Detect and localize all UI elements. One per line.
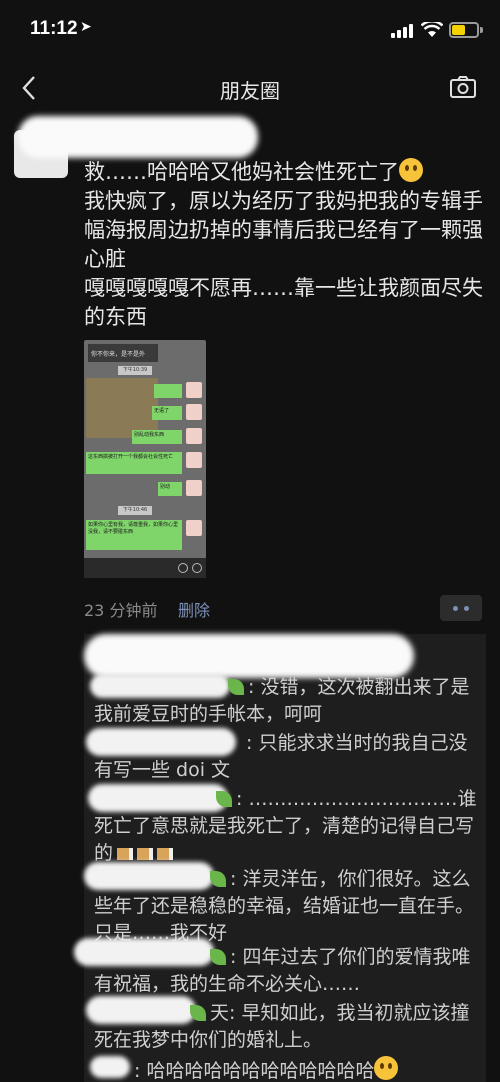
leaf-emoji-icon (216, 791, 232, 807)
image-avatar (186, 428, 202, 444)
location-arrow-icon: ➤ (80, 19, 92, 35)
image-input-bar (84, 558, 206, 578)
image-bubble: 无语了 (152, 406, 182, 420)
redacted-username (18, 116, 258, 158)
post-image-thumbnail[interactable]: 你不你来，是不是外 下午10:39 无语了 别乱动我东西 这东西搞被打开一个我都… (84, 340, 206, 578)
dizzy-face-emoji-icon (399, 158, 423, 182)
face-emoji-icon (374, 1056, 399, 1080)
nav-bar: 朋友圈 (0, 60, 500, 116)
leaf-emoji-icon (190, 1005, 206, 1021)
delete-link[interactable]: 删除 (178, 597, 210, 621)
image-avatar (186, 382, 202, 398)
page-title: 朋友圈 (220, 79, 280, 103)
post-line: 救……哈哈哈又他妈社会性死亡了 (84, 158, 484, 187)
cigarette-emoji-icon (117, 848, 134, 860)
status-time: 11:12 (30, 18, 78, 39)
post-time: 23 分钟前 (84, 601, 158, 620)
post-line: 我快疯了，原以为经历了我妈把我的专辑手幅海报周边扔掉的事情后我已经有了一颗强心脏 (84, 189, 483, 271)
image-top-text: 你不你来，是不是外 (88, 344, 158, 362)
cigarette-emoji-icon (137, 848, 154, 860)
image-avatar (186, 404, 202, 420)
comment-item: : 洋灵洋缶，你们很好。这么些年了还是稳稳的幸福，结婚证也一直在手。只是……我不… (94, 868, 475, 944)
image-bubble (154, 384, 182, 398)
image-bubble: 别乱动我东西 (132, 430, 182, 444)
cigarette-emoji-icon (157, 848, 174, 860)
battery-icon (449, 22, 479, 38)
comments-panel: : 没错，这次被翻出来了是我前爱豆时的手帐本，呵呵 : 只能求求当时的我自己没有… (74, 634, 486, 1082)
image-bubble: 如果你心里有我，请尊重我，如果你心里没我，请不要碰东西 (86, 520, 182, 550)
more-options-button[interactable] (440, 595, 482, 621)
comment-item: : ……………………………谁死亡了意思就是我死亡了，清楚的记得自己写的 (94, 788, 477, 864)
image-avatar (186, 452, 202, 468)
comment-item: : 哈哈哈哈哈哈哈哈哈哈哈哈 (94, 1056, 482, 1082)
leaf-emoji-icon (210, 949, 226, 965)
comment-item: : 没错，这次被翻出来了是我前爱豆时的手帐本，呵呵 (94, 676, 470, 725)
post-line: 嘎嘎嘎嘎嘎不愿再……靠一些让我颜面尽失的东西 (84, 276, 483, 329)
status-bar: 11:12 ➤ (0, 0, 500, 56)
comment-item: : 只能求求当时的我自己没有写一些 doi 文 (94, 732, 468, 781)
comment-item: 天: 早知如此，我当初就应该撞死在我梦中你们的婚礼上。 (94, 1002, 470, 1051)
camera-icon[interactable] (449, 75, 477, 99)
image-time-chip: 下午10:46 (118, 506, 152, 515)
comment-item: : 四年过去了你们的爱情我唯有祝福，我的生命不必关心…… (94, 946, 471, 995)
image-time-chip: 下午10:39 (118, 366, 152, 375)
redacted-likes (84, 634, 414, 678)
image-avatar (186, 520, 202, 536)
leaf-emoji-icon (210, 871, 226, 887)
image-avatar (186, 480, 202, 496)
image-bubble: 别动 (158, 482, 182, 496)
leaf-emoji-icon (228, 679, 244, 695)
battery-nub (480, 27, 483, 33)
wifi-icon (421, 22, 443, 37)
image-table-photo (86, 378, 158, 438)
cellular-signal-icon (391, 24, 415, 38)
image-bubble: 这东西搞被打开一个我都会社会性死亡 (86, 452, 182, 474)
post-content: 救……哈哈哈又他妈社会性死亡了 我快疯了，原以为经历了我妈把我的专辑手幅海报周边… (84, 158, 484, 332)
